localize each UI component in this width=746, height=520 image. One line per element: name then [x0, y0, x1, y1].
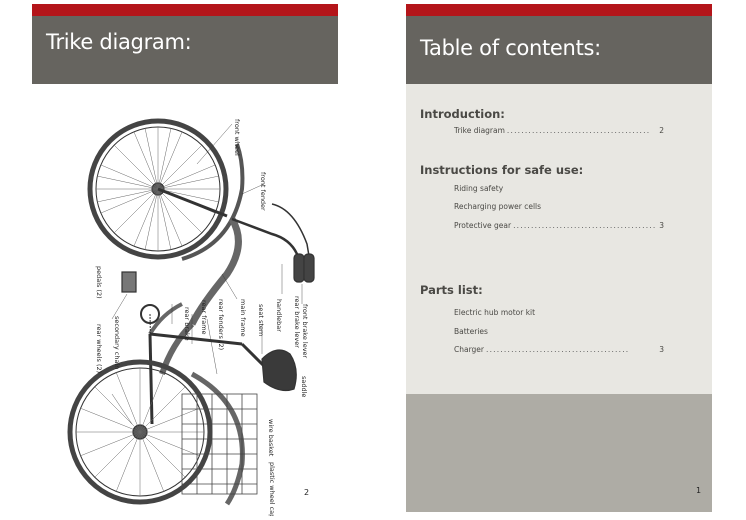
toc-entry-dots: ........................................ [513, 221, 657, 230]
label-secondary-chain: secondary chain [113, 316, 121, 369]
toc-entry-dots: ........................................ [506, 126, 651, 135]
toc-entry-page: 3 [659, 345, 664, 354]
left-page-title: Trike diagram: [46, 30, 192, 54]
left-page-number: 2 [304, 488, 310, 497]
toc-heading-safe-use: Instructions for safe use: [420, 163, 584, 177]
label-front-wheel: front wheel [233, 119, 241, 156]
label-pedals: pedals (2) [95, 266, 103, 299]
label-main-frame: main frame [239, 299, 247, 337]
label-rear-frame: rear frame [200, 300, 208, 335]
toc-entry-label: Charger [454, 345, 484, 354]
toc-heading-introduction: Introduction: [420, 107, 505, 121]
toc-entry-electric-hub-motor-kit[interactable]: Electric hub motor kit [454, 308, 664, 317]
label-wire-basket: wire basket [267, 419, 275, 457]
label-rear-brake: rear brake [183, 307, 191, 341]
label-seat-stem: seat stem [257, 304, 265, 336]
toc-entry-protective-gear[interactable]: Protective gear ........................… [454, 221, 664, 230]
toc-entry-label: Recharging power cells [454, 202, 542, 211]
right-accent-bar [406, 4, 712, 16]
right-page-title: Table of contents: [420, 36, 601, 60]
rear-wheel-drawing [67, 359, 213, 505]
toc-entry-page: 3 [659, 221, 664, 230]
toc-entry-label: Batteries [454, 327, 488, 336]
trike-diagram: front wheel front fender front brake lev… [67, 118, 315, 516]
label-rear-brake-lever: rear brake lever [293, 296, 301, 348]
right-page: Table of contents: Introduction: Trike d… [406, 4, 712, 512]
toc-entry-page: 2 [659, 126, 664, 135]
right-footer-band [406, 394, 712, 512]
toc-entry-label: Electric hub motor kit [454, 308, 536, 317]
toc-entry-recharging-power-cells[interactable]: Recharging power cells [454, 202, 664, 211]
toc-entry-trike-diagram[interactable]: Trike diagram ..........................… [454, 126, 664, 135]
label-handlebar: handlebar [275, 299, 283, 332]
label-rear-fenders: rear fenders (2) [217, 299, 225, 350]
toc-heading-parts-list: Parts list: [420, 283, 483, 297]
label-plastic-wheel-caps: plastic wheel caps (2) [268, 462, 276, 516]
toc-entry-charger[interactable]: Charger ................................… [454, 345, 664, 354]
toc-entry-label: Riding safety [454, 184, 504, 193]
right-page-number: 1 [696, 486, 702, 495]
toc-entry-label: Protective gear [454, 221, 512, 230]
toc-entry-riding-safety[interactable]: Riding safety [454, 184, 664, 193]
label-front-brake-lever: front brake lever [301, 304, 309, 359]
toc-entry-dots: ........................................ [486, 345, 630, 354]
toc-entry-label: Trike diagram [454, 126, 505, 135]
left-page: Trike diagram: front wheel front fender … [32, 4, 338, 516]
label-rear-wheels: rear wheels (2) [95, 324, 103, 373]
toc-entry-batteries[interactable]: Batteries [454, 327, 664, 336]
label-saddle: saddle [300, 376, 308, 397]
label-front-fender: front fender [259, 172, 267, 211]
left-accent-bar [32, 4, 338, 16]
